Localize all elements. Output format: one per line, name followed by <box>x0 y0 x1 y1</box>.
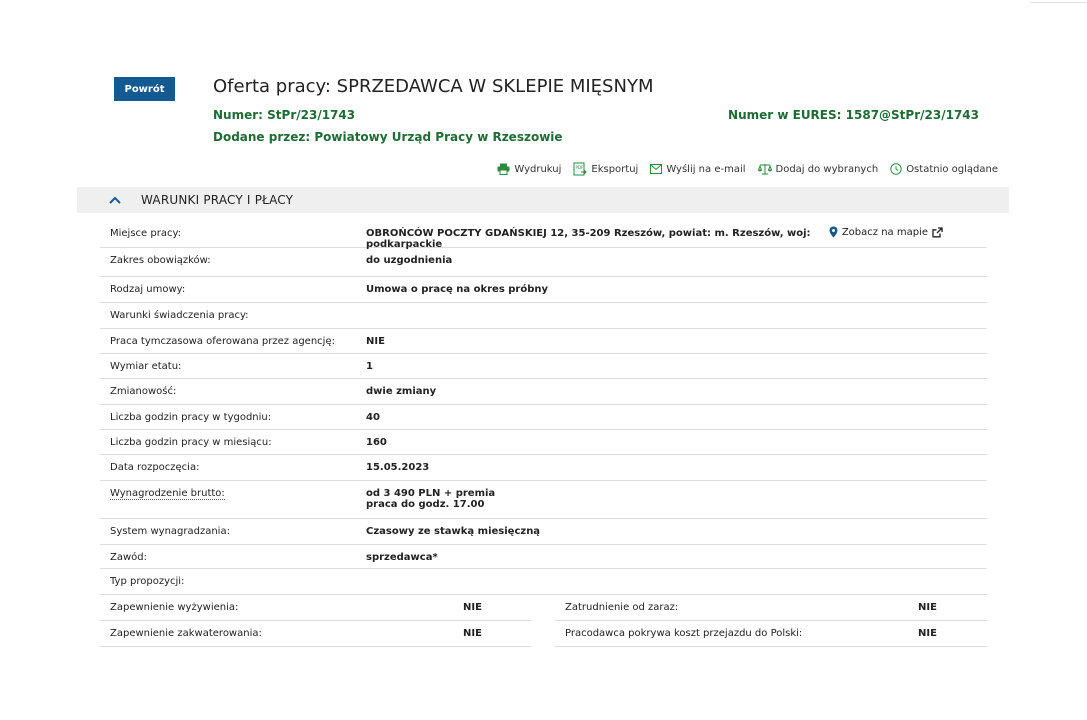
table-row: Zawód: sprzedawca* <box>100 545 987 569</box>
row-value: od 3 490 PLN + premia praca do godz. 17.… <box>366 481 987 510</box>
table-row: Zatrudnienie od zaraz: NIE <box>555 595 987 621</box>
row-label: Zakres obowiązków: <box>110 255 211 266</box>
table-row: Warunki świadczenia pracy: <box>100 303 987 329</box>
row-label: Warunki świadczenia pracy: <box>110 310 249 321</box>
row-label: System wynagradzania: <box>110 526 230 537</box>
add-to-selected-label: Dodaj do wybranych <box>775 163 879 175</box>
row-label: Rodzaj umowy: <box>110 284 186 295</box>
row-label: Wymiar etatu: <box>110 361 182 372</box>
eures-number: Numer w EURES: 1587@StPr/23/1743 <box>728 108 979 122</box>
added-by: Dodane przez: Powiatowy Urząd Pracy w Rz… <box>213 130 563 144</box>
row-value: OBROŃCÓW POCZTY GDAŃSKIEJ 12, 35-209 Rze… <box>366 228 811 250</box>
top-divider <box>1030 2 1087 3</box>
row-value <box>366 303 987 310</box>
row-value: NIE <box>463 602 482 613</box>
section-title: WARUNKI PRACY I PŁACY <box>141 193 294 207</box>
printer-icon <box>497 163 510 175</box>
row-label: Praca tymczasowa oferowana przez agencję… <box>110 336 335 347</box>
row-value: do uzgodnienia <box>366 255 453 266</box>
scales-icon <box>757 164 772 175</box>
offer-number-label: Numer: <box>213 108 263 122</box>
table-row: Zakres obowiązków: do uzgodnienia <box>100 248 987 277</box>
row-value: Umowa o pracę na okres próbny <box>366 284 549 295</box>
export-action[interactable]: PDF Eksportuj <box>573 162 638 176</box>
email-action-label: Wyślij na e-mail <box>666 163 746 175</box>
row-label: Zawód: <box>110 552 147 563</box>
clock-icon <box>890 163 902 175</box>
salary-note: praca do godz. 17.00 <box>366 499 485 510</box>
row-label: Liczba godzin pracy w miesiącu: <box>110 437 272 448</box>
table-row: Miejsce pracy: OBROŃCÓW POCZTY GDAŃSKIEJ… <box>100 221 987 250</box>
print-action-label: Wydrukuj <box>514 163 562 175</box>
row-value: NIE <box>918 628 937 639</box>
action-bar: Wydrukuj PDF Eksportuj Wyślij na e-mail … <box>497 162 998 176</box>
external-link-icon <box>932 226 943 237</box>
table-row: Liczba godzin pracy w miesiącu: 160 <box>100 430 987 455</box>
table-row: Typ propozycji: <box>100 569 987 595</box>
recently-viewed-action[interactable]: Ostatnio oglądane <box>890 163 998 175</box>
salary-value: od 3 490 PLN + premia <box>366 488 496 499</box>
chevron-up-icon[interactable] <box>109 196 121 204</box>
row-label: Data rozpoczęcia: <box>110 462 200 473</box>
offer-number: Numer: StPr/23/1743 <box>213 108 355 122</box>
row-value: sprzedawca* <box>366 552 438 563</box>
salary-label-tooltip[interactable]: Wynagrodzenie brutto: <box>110 488 225 500</box>
eures-number-label: Numer w EURES: <box>728 108 842 122</box>
export-action-label: Eksportuj <box>591 163 639 175</box>
row-value: NIE <box>918 602 937 613</box>
page-title: Oferta pracy: SPRZEDAWCA W SKLEPIE MIĘSN… <box>213 76 654 97</box>
recently-viewed-label: Ostatnio oglądane <box>906 163 998 175</box>
show-on-map-label: Zobacz na mapie <box>841 226 928 238</box>
table-row: System wynagradzania: Czasowy ze stawką … <box>100 519 987 545</box>
row-label[interactable]: Wynagrodzenie brutto: <box>100 481 366 500</box>
table-row: Wymiar etatu: 1 <box>100 354 987 379</box>
row-label: Zapewnienie zakwaterowania: <box>110 628 262 639</box>
work-conditions-table: Miejsce pracy: OBROŃCÓW POCZTY GDAŃSKIEJ… <box>100 221 987 595</box>
row-value: 160 <box>366 437 387 448</box>
table-row: Zapewnienie zakwaterowania: NIE <box>100 621 531 647</box>
added-by-value: Powiatowy Urząd Pracy w Rzeszowie <box>314 130 563 144</box>
row-value <box>366 569 987 576</box>
email-action[interactable]: Wyślij na e-mail <box>650 163 746 175</box>
eures-number-value: 1587@StPr/23/1743 <box>845 108 979 122</box>
table-row: Zapewnienie wyżywienia: NIE <box>100 595 531 621</box>
row-value: 15.05.2023 <box>366 462 430 473</box>
row-label: Typ propozycji: <box>110 576 185 587</box>
show-on-map-link[interactable]: Zobacz na mapie <box>829 221 943 238</box>
row-label: Zatrudnienie od zaraz: <box>565 602 679 613</box>
row-value: NIE <box>366 336 385 347</box>
row-label: Liczba godzin pracy w tygodniu: <box>110 412 272 423</box>
back-button[interactable]: Powrót <box>114 77 175 101</box>
table-row: Rodzaj umowy: Umowa o pracę na okres pró… <box>100 277 987 303</box>
table-row: Zmianowość: dwie zmiany <box>100 379 987 405</box>
row-value: NIE <box>463 628 482 639</box>
added-by-label: Dodane przez: <box>213 130 311 144</box>
map-pin-icon <box>829 226 838 238</box>
row-label: Zmianowość: <box>110 386 177 397</box>
table-row: Wynagrodzenie brutto: od 3 490 PLN + pre… <box>100 481 987 519</box>
row-value: 1 <box>366 361 373 372</box>
svg-text:PDF: PDF <box>576 165 584 170</box>
section-header-work-conditions[interactable]: WARUNKI PRACY I PŁACY <box>77 187 1009 213</box>
table-row: Pracodawca pokrywa koszt przejazdu do Po… <box>555 621 987 647</box>
row-label: Zapewnienie wyżywienia: <box>110 602 239 613</box>
table-row: Liczba godzin pracy w tygodniu: 40 <box>100 405 987 430</box>
envelope-icon <box>650 164 663 174</box>
table-row: Data rozpoczęcia: 15.05.2023 <box>100 455 987 481</box>
print-action[interactable]: Wydrukuj <box>497 163 561 175</box>
row-value: dwie zmiany <box>366 386 437 397</box>
row-label: Pracodawca pokrywa koszt przejazdu do Po… <box>565 628 803 639</box>
row-label: Miejsce pracy: <box>110 228 182 239</box>
row-value: 40 <box>366 412 380 423</box>
row-value: Czasowy ze stawką miesięczną <box>366 526 541 537</box>
offer-number-value: StPr/23/1743 <box>267 108 356 122</box>
add-to-selected-action[interactable]: Dodaj do wybranych <box>757 163 879 175</box>
pdf-export-icon: PDF <box>573 162 588 176</box>
table-row: Praca tymczasowa oferowana przez agencję… <box>100 329 987 354</box>
